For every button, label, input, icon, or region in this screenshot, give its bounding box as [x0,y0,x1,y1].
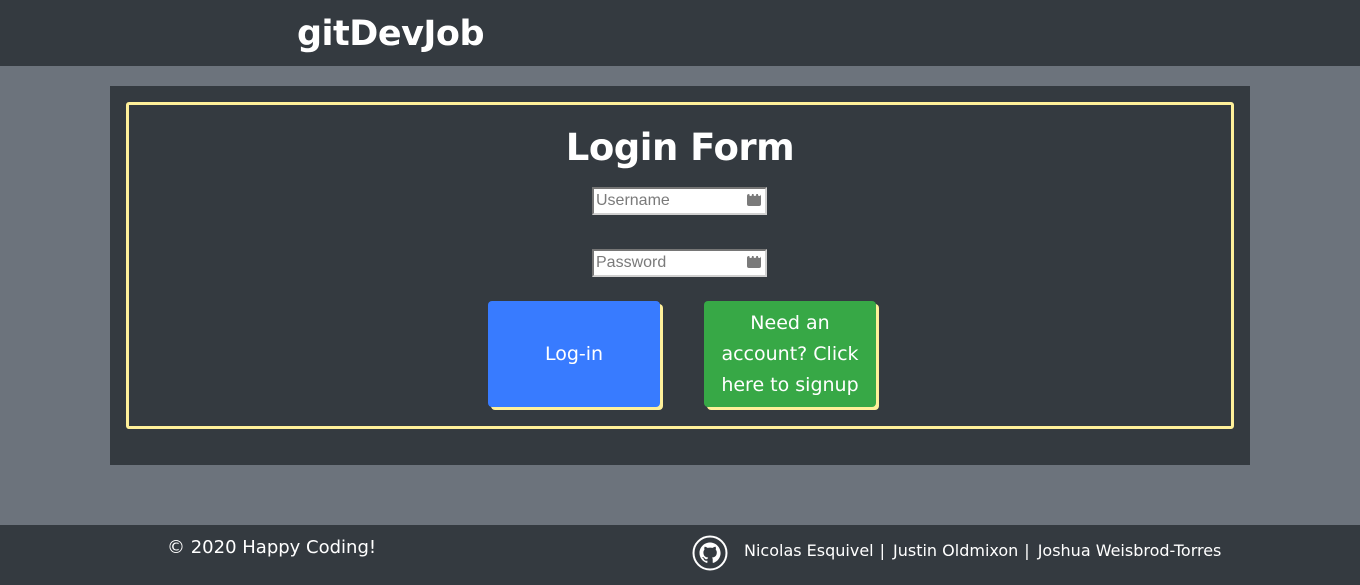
username-field[interactable] [592,187,767,215]
signup-button[interactable]: Need an account? Click here to signup [704,301,876,407]
github-icon[interactable] [692,535,728,571]
author-separator: | [1024,541,1030,560]
autofill-key-icon[interactable] [747,191,761,206]
top-navbar: gitDevJob [0,0,1360,66]
login-button[interactable]: Log-in [488,301,660,407]
author-separator: | [879,541,886,560]
username-input[interactable] [594,189,765,213]
author-link[interactable]: Joshua Weisbrod-Torres [1038,541,1222,561]
login-form: Login Form Log-in Need an account? Click… [126,102,1234,429]
password-field[interactable] [592,249,767,277]
login-panel: Login Form Log-in Need an account? Click… [110,86,1250,465]
form-title: Login Form [565,126,795,169]
password-input[interactable] [594,251,765,275]
footer: © 2020 Happy Coding! Nicolas Esquivel | Ju… [0,525,1360,585]
brand-logo[interactable]: gitDevJob [297,12,485,56]
author-link[interactable]: Nicolas Esquivel [744,541,874,561]
copyright-text: © 2020 Happy Coding! [167,537,377,558]
authors-list: Nicolas Esquivel | Justin Oldmixon | Joshua … [744,541,1221,561]
author-link[interactable]: Justin Oldmixon [893,541,1018,561]
autofill-key-icon[interactable] [747,253,761,268]
